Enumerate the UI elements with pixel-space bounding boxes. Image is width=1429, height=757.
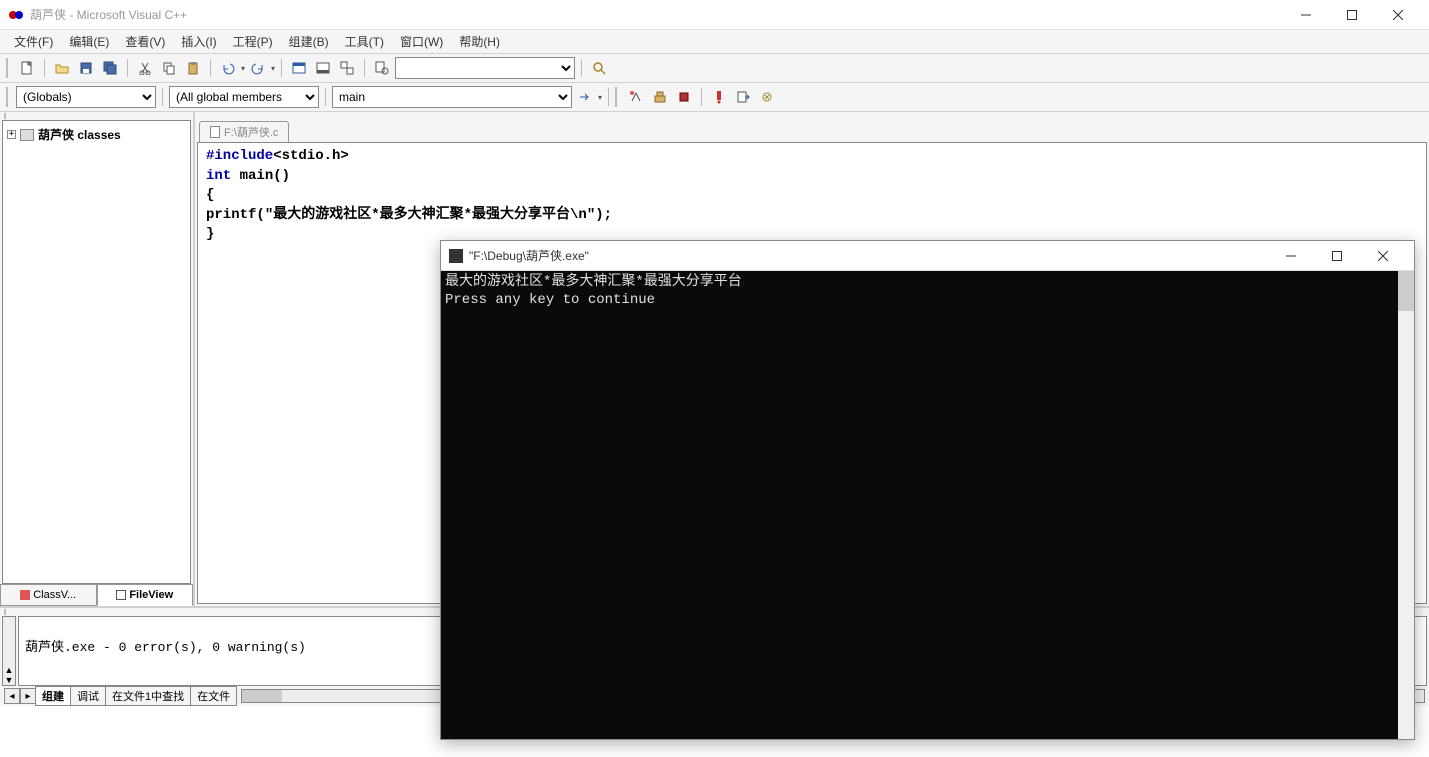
workspace-button[interactable] [288, 57, 310, 79]
menu-window[interactable]: 窗口(W) [392, 30, 451, 53]
workspace-sidebar: + 葫芦侠 classes ClassV... FileView [0, 112, 195, 606]
new-file-button[interactable] [16, 57, 38, 79]
sidebar-grip[interactable] [0, 112, 193, 120]
toolbar-grip-2[interactable] [6, 87, 12, 107]
copy-button[interactable] [158, 57, 180, 79]
goto-button[interactable] [574, 86, 596, 108]
output-tab-find2[interactable]: 在文件 [190, 686, 237, 706]
app-icon [8, 7, 24, 23]
console-titlebar[interactable]: "F:\Debug\葫芦侠.exe" [441, 241, 1414, 271]
maximize-button[interactable] [1329, 0, 1375, 30]
execute-button[interactable] [708, 86, 730, 108]
menu-help[interactable]: 帮助(H) [451, 30, 508, 53]
toolbar-grip-3[interactable] [615, 87, 621, 107]
find-button[interactable] [588, 57, 610, 79]
output-tab-build[interactable]: 组建 [35, 686, 71, 706]
menu-file[interactable]: 文件(F) [6, 30, 61, 53]
menu-edit[interactable]: 编辑(E) [61, 30, 117, 53]
menu-insert[interactable]: 插入(I) [173, 30, 224, 53]
menu-view[interactable]: 查看(V) [117, 30, 173, 53]
scope-combo[interactable]: (Globals) [16, 86, 156, 108]
compile-button[interactable] [625, 86, 647, 108]
redo-button[interactable] [247, 57, 269, 79]
console-output[interactable]: 最大的游戏社区*最多大神汇聚*最强大分享平台 Press any key to … [441, 271, 1414, 739]
window-titlebar: 葫芦侠 - Microsoft Visual C++ [0, 0, 1429, 30]
output-button[interactable] [312, 57, 334, 79]
stop-build-button[interactable] [673, 86, 695, 108]
console-window: "F:\Debug\葫芦侠.exe" 最大的游戏社区*最多大神汇聚*最强大分享平… [440, 240, 1415, 740]
expand-icon[interactable]: + [7, 130, 16, 139]
find-combo[interactable] [395, 57, 575, 79]
fileview-icon [116, 590, 126, 600]
open-button[interactable] [51, 57, 73, 79]
output-tab-prev[interactable]: ◂ [4, 688, 20, 704]
tab-fileview[interactable]: FileView [97, 584, 194, 606]
tab-classview[interactable]: ClassV... [0, 584, 97, 606]
class-tree[interactable]: + 葫芦侠 classes [2, 120, 191, 584]
wizard-toolbar: (Globals) (All global members main ▾ [0, 83, 1429, 112]
window-title: 葫芦侠 - Microsoft Visual C++ [30, 6, 1283, 23]
console-minimize-button[interactable] [1268, 241, 1314, 271]
console-maximize-button[interactable] [1314, 241, 1360, 271]
output-tab-debug[interactable]: 调试 [70, 686, 106, 706]
menu-project[interactable]: 工程(P) [225, 30, 281, 53]
console-icon [449, 249, 463, 263]
console-title: "F:\Debug\葫芦侠.exe" [469, 247, 1268, 264]
save-button[interactable] [75, 57, 97, 79]
toolbar-grip[interactable] [6, 58, 12, 78]
menubar: 文件(F) 编辑(E) 查看(V) 插入(I) 工程(P) 组建(B) 工具(T… [0, 30, 1429, 54]
menu-build[interactable]: 组建(B) [281, 30, 337, 53]
save-all-button[interactable] [99, 57, 121, 79]
minimize-button[interactable] [1283, 0, 1329, 30]
standard-toolbar: ▾ ▾ [0, 54, 1429, 83]
breakpoint-button[interactable] [756, 86, 778, 108]
classview-icon [20, 590, 30, 600]
find-in-files-button[interactable] [371, 57, 393, 79]
classes-icon [20, 129, 34, 141]
window-list-button[interactable] [336, 57, 358, 79]
members-combo[interactable]: (All global members [169, 86, 319, 108]
console-scrollbar[interactable] [1398, 271, 1414, 739]
undo-button[interactable] [217, 57, 239, 79]
function-combo[interactable]: main [332, 86, 572, 108]
output-tab-next[interactable]: ▸ [20, 688, 36, 704]
tree-item-classes[interactable]: + 葫芦侠 classes [7, 125, 186, 144]
paste-button[interactable] [182, 57, 204, 79]
editor-tab[interactable]: F:\葫芦侠.c [199, 121, 289, 142]
build-button[interactable] [649, 86, 671, 108]
console-close-button[interactable] [1360, 241, 1406, 271]
tree-item-label: 葫芦侠 classes [38, 126, 121, 143]
output-tab-find1[interactable]: 在文件1中查找 [105, 686, 191, 706]
menu-tools[interactable]: 工具(T) [337, 30, 392, 53]
cut-button[interactable] [134, 57, 156, 79]
go-button[interactable] [732, 86, 754, 108]
document-icon [210, 126, 220, 138]
output-vscroll[interactable]: ▲▼ [2, 616, 16, 686]
close-button[interactable] [1375, 0, 1421, 30]
